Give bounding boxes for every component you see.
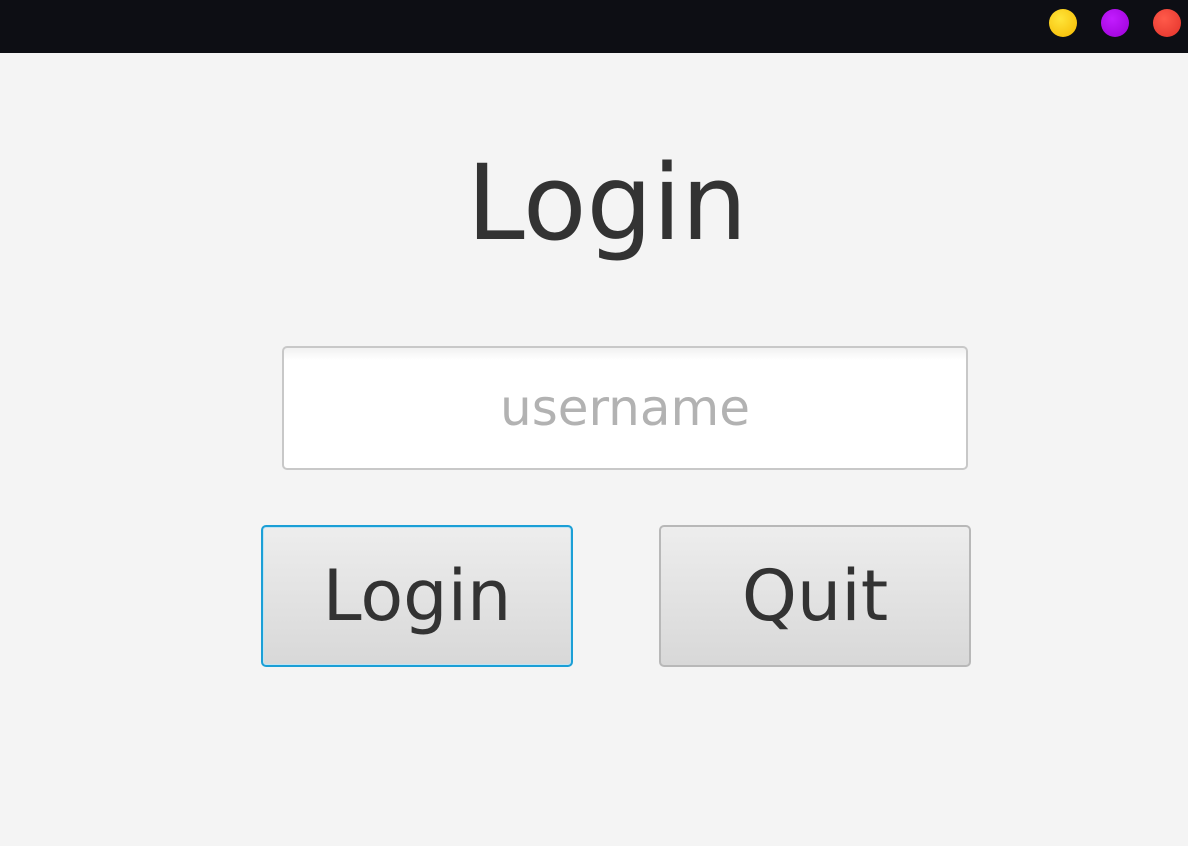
username-input[interactable]	[282, 346, 968, 470]
page-title: Login	[466, 142, 748, 264]
window-titlebar	[0, 0, 1188, 53]
quit-button[interactable]: Quit	[659, 525, 971, 667]
login-panel: Login Login Quit	[0, 53, 1188, 846]
close-window-icon[interactable]	[1153, 9, 1181, 37]
maximize-window-icon[interactable]	[1101, 9, 1129, 37]
minimize-window-icon[interactable]	[1049, 9, 1077, 37]
login-button[interactable]: Login	[261, 525, 573, 667]
